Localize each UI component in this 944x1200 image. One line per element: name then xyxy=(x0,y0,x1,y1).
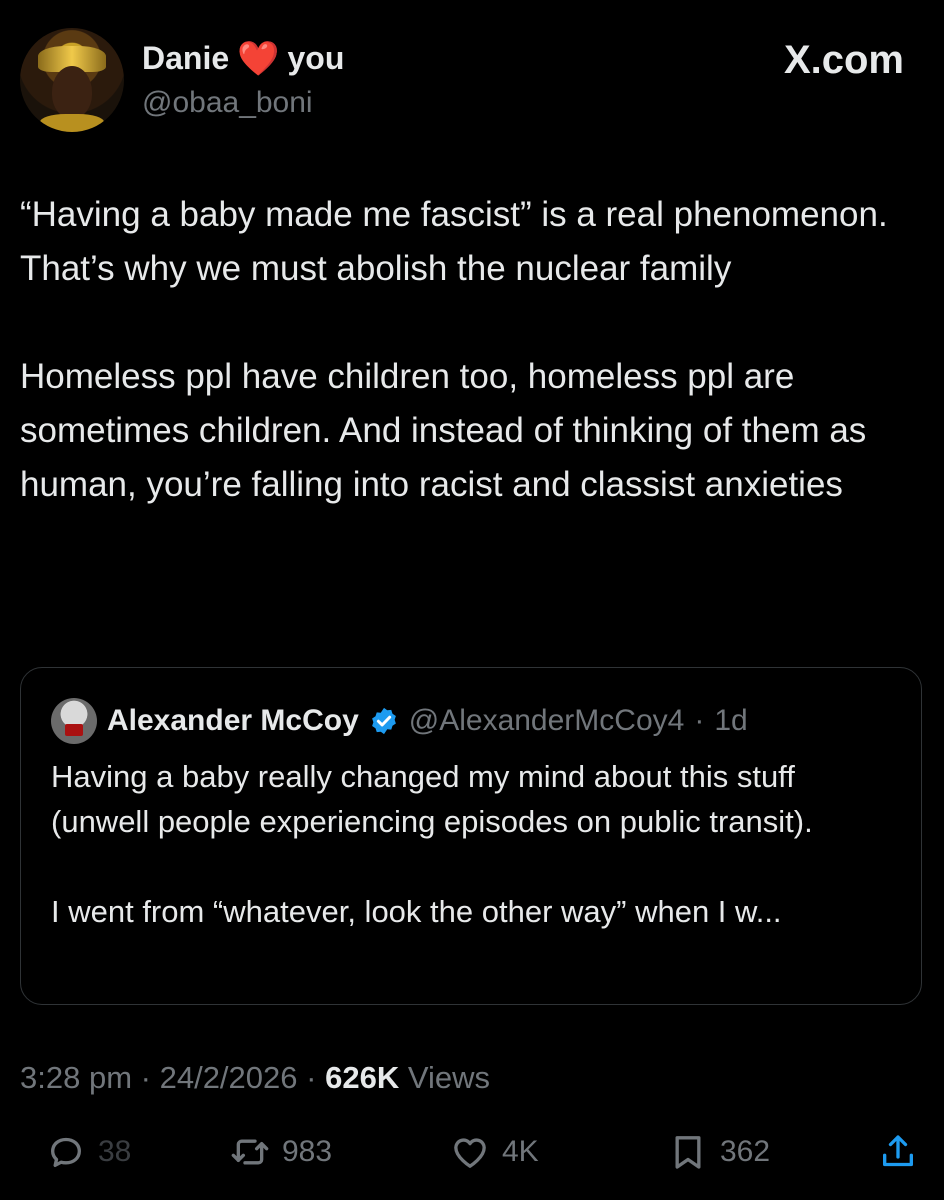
reply-count: 38 xyxy=(98,1135,132,1168)
tweet-header: Danie ❤️ you @obaa_boni X.com xyxy=(20,28,904,138)
tweet-date[interactable]: 24/2/2026 xyxy=(160,1060,298,1095)
author-name-suffix: you xyxy=(287,40,345,76)
repost-count: 983 xyxy=(282,1135,333,1168)
like-count: 4K xyxy=(502,1135,539,1168)
author-handle[interactable]: @obaa_boni xyxy=(142,86,313,120)
avatar-collar xyxy=(40,114,104,132)
views-count: 626K xyxy=(325,1060,400,1095)
tweet-paragraph: Homeless ppl have children too, homeless… xyxy=(20,357,867,504)
tweet-body: “Having a baby made me fascist” is a rea… xyxy=(20,188,920,512)
heart-emoji: ❤️ xyxy=(237,39,280,78)
like-icon xyxy=(454,1138,486,1168)
repost-button[interactable]: 983 xyxy=(230,1132,332,1172)
tweet-paragraph: “Having a baby made me fascist” is a rea… xyxy=(20,195,888,288)
meta-separator: · xyxy=(306,1060,317,1095)
quoted-author-avatar[interactable] xyxy=(51,698,97,744)
avatar-face xyxy=(52,66,92,118)
reply-button[interactable]: 38 xyxy=(46,1132,131,1172)
action-bar: 38 983 4K 362 xyxy=(20,1132,924,1182)
author-name[interactable]: Danie ❤️ you xyxy=(142,40,344,77)
tweet-meta: 3:28 pm · 24/2/2026 · 626K Views xyxy=(20,1060,490,1096)
quoted-tweet-card[interactable]: Alexander McCoy @AlexanderMcCoy4 · 1d Ha… xyxy=(20,667,922,1005)
bookmark-icon xyxy=(675,1136,701,1169)
author-avatar[interactable] xyxy=(20,28,124,132)
quoted-tweet-header: Alexander McCoy @AlexanderMcCoy4 · 1d xyxy=(51,698,748,744)
repost-icon xyxy=(231,1139,269,1165)
views-label: Views xyxy=(407,1060,490,1095)
quoted-tweet-age: 1d xyxy=(714,704,748,737)
quoted-author-name[interactable]: Alexander McCoy xyxy=(107,704,359,738)
share-button[interactable] xyxy=(878,1132,918,1172)
tweet-time[interactable]: 3:28 pm xyxy=(20,1060,132,1095)
share-icon xyxy=(883,1135,913,1167)
like-button[interactable]: 4K xyxy=(450,1132,539,1172)
author-display-name: Danie xyxy=(142,40,230,76)
quoted-author-handle[interactable]: @AlexanderMcCoy4 xyxy=(409,704,685,738)
brand-logo: X.com xyxy=(783,38,904,82)
bookmark-button[interactable]: 362 xyxy=(668,1132,770,1172)
quoted-tweet-body: Having a baby really changed my mind abo… xyxy=(51,754,901,934)
quoted-separator: · xyxy=(694,704,705,737)
bookmark-count: 362 xyxy=(720,1135,771,1168)
verified-badge-icon xyxy=(371,707,396,735)
quoted-tweet-paragraph: Having a baby really changed my mind abo… xyxy=(51,759,813,839)
meta-separator: · xyxy=(140,1060,151,1095)
quoted-tweet-paragraph: I went from “whatever, look the other wa… xyxy=(51,894,782,929)
reply-icon xyxy=(51,1137,82,1167)
